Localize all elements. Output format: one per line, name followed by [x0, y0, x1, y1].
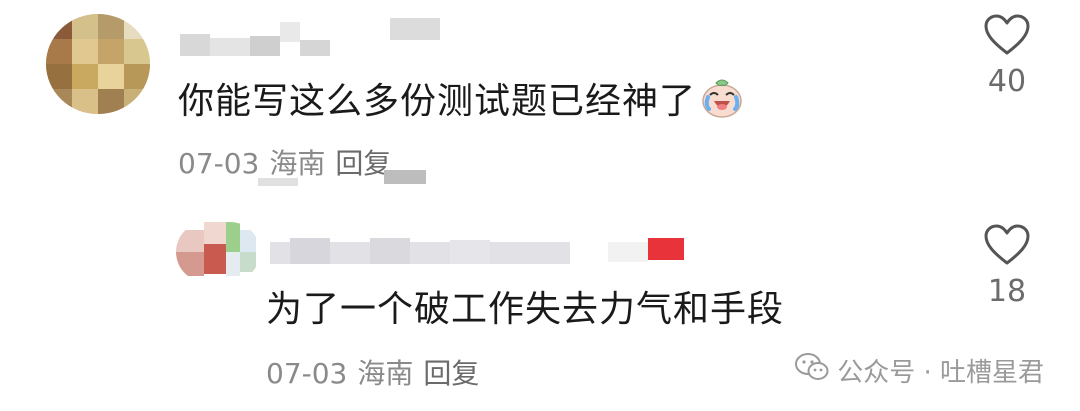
avatar[interactable] — [176, 222, 260, 282]
comment-meta: 07-03 海南 回复 — [266, 352, 489, 392]
watermark: 公众号 · 吐槽星君 — [795, 352, 1044, 389]
heart-icon — [984, 224, 1030, 265]
reply-comment-item: 为了一个破工作失去力气和手段 07-03 海南 回复 18 — [0, 0, 1080, 390]
like-button[interactable]: 18 — [977, 224, 1037, 309]
wechat-icon — [795, 352, 829, 389]
badge — [648, 238, 684, 260]
comment-text: 为了一个破工作失去力气和手段 — [266, 289, 785, 330]
like-count: 18 — [987, 274, 1027, 309]
comment-location: 海南 — [357, 357, 414, 390]
reply-button[interactable]: 回复 — [423, 357, 479, 390]
username-redacted[interactable] — [270, 232, 690, 268]
comment-date: 07-03 — [266, 357, 348, 390]
watermark-text: 公众号 · 吐槽星君 — [837, 358, 1044, 388]
avatar-pixelated-image — [176, 222, 260, 282]
